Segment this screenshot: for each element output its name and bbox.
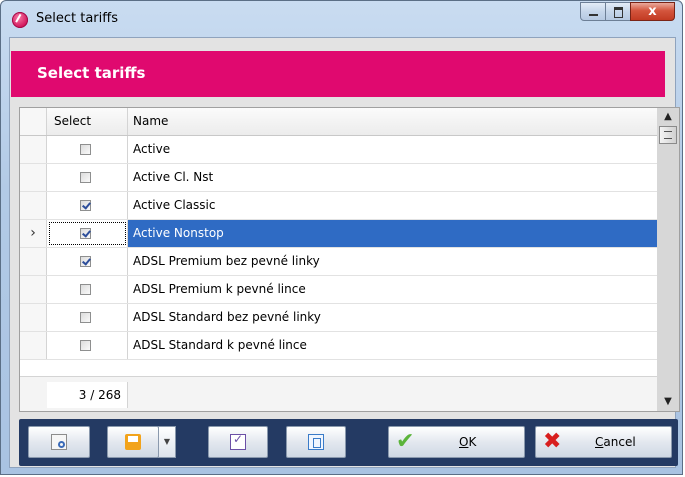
- table-row[interactable]: ADSL Premium k pevné lince: [20, 276, 658, 304]
- uncheck-all-icon: [308, 434, 324, 450]
- minimize-button[interactable]: [580, 2, 606, 21]
- tariff-name-cell[interactable]: ADSL Premium bez pevné linky: [128, 248, 658, 275]
- save-icon: [125, 434, 141, 450]
- select-checkbox[interactable]: [80, 284, 91, 295]
- select-cell: [47, 220, 128, 247]
- select-cell: [47, 304, 128, 331]
- cancel-label: Cancel: [595, 435, 636, 449]
- table-row[interactable]: Active Cl. Nst: [20, 164, 658, 192]
- select-cell: [47, 192, 128, 219]
- row-indicator[interactable]: [20, 332, 47, 359]
- row-indicator-header: [20, 108, 47, 135]
- red-x-icon: ✖: [543, 429, 562, 454]
- bottom-toolbar: ▼ ✔ OK ✖ Cancel: [19, 419, 678, 466]
- select-cell: [47, 136, 128, 163]
- checkmark-icon: ✔: [396, 429, 415, 454]
- select-checkbox[interactable]: [80, 228, 91, 239]
- title-bar[interactable]: Select tariffs x: [1, 1, 682, 37]
- scroll-up-icon[interactable]: ▲: [657, 108, 679, 126]
- select-checkbox[interactable]: [80, 200, 91, 211]
- row-indicator[interactable]: [20, 164, 47, 191]
- tariffs-grid[interactable]: Select Name Active Active Cl. Nst Active C…: [19, 107, 680, 412]
- column-header-select[interactable]: Select: [47, 108, 128, 135]
- page-title: Select tariffs: [37, 64, 146, 82]
- save-dropdown-button[interactable]: ▼: [158, 426, 176, 458]
- row-indicator[interactable]: [20, 192, 47, 219]
- ok-label: OK: [459, 435, 477, 449]
- select-cell: [47, 248, 128, 275]
- table-row[interactable]: Active: [20, 136, 658, 164]
- cancel-button[interactable]: ✖ Cancel: [535, 426, 672, 458]
- select-checkbox[interactable]: [80, 312, 91, 323]
- tariff-name-cell[interactable]: ADSL Standard k pevné lince: [128, 332, 658, 359]
- row-indicator[interactable]: [20, 304, 47, 331]
- uncheck-all-button[interactable]: [286, 426, 346, 458]
- select-cell: [47, 332, 128, 359]
- table-row[interactable]: ADSL Standard k pevné lince: [20, 332, 658, 360]
- select-cell: [47, 164, 128, 191]
- print-preview-icon: [51, 434, 67, 450]
- current-row-indicator-icon[interactable]: ›: [20, 220, 47, 247]
- save-button[interactable]: [107, 426, 159, 458]
- check-all-button[interactable]: [208, 426, 268, 458]
- select-checkbox[interactable]: [80, 256, 91, 267]
- select-cell: [47, 276, 128, 303]
- scroll-down-icon[interactable]: ▼: [657, 393, 679, 411]
- app-logo-icon: [12, 12, 28, 28]
- grid-header-row: Select Name: [20, 108, 658, 136]
- print-preview-button[interactable]: [28, 426, 90, 458]
- tariff-name-cell[interactable]: ADSL Standard bez pevné linky: [128, 304, 658, 331]
- table-row[interactable]: Active Classic: [20, 192, 658, 220]
- record-counter: 3 / 268: [47, 382, 128, 408]
- select-checkbox[interactable]: [80, 340, 91, 351]
- row-indicator[interactable]: [20, 276, 47, 303]
- caption-buttons: x: [580, 2, 675, 22]
- grid-footer: 3 / 268: [20, 376, 658, 411]
- scroll-thumb[interactable]: [659, 126, 677, 144]
- ok-button[interactable]: ✔ OK: [388, 426, 525, 458]
- window-title: Select tariffs: [36, 11, 118, 26]
- vertical-scrollbar[interactable]: ▲ ▼: [657, 108, 679, 411]
- select-checkbox[interactable]: [80, 172, 91, 183]
- header-banner: Select tariffs: [11, 51, 665, 97]
- tariff-name-cell[interactable]: Active: [128, 136, 658, 163]
- row-indicator[interactable]: [20, 248, 47, 275]
- select-checkbox[interactable]: [80, 144, 91, 155]
- table-row[interactable]: › Active Nonstop: [20, 220, 658, 248]
- tariff-name-cell[interactable]: Active Cl. Nst: [128, 164, 658, 191]
- chevron-down-icon: ▼: [163, 437, 171, 446]
- tariff-name-cell[interactable]: ADSL Premium k pevné lince: [128, 276, 658, 303]
- close-button[interactable]: x: [630, 2, 675, 21]
- row-indicator[interactable]: [20, 136, 47, 163]
- maximize-button[interactable]: [605, 2, 631, 21]
- close-icon: x: [648, 4, 657, 19]
- tariff-name-cell[interactable]: Active Nonstop: [128, 220, 658, 247]
- table-row[interactable]: ADSL Standard bez pevné linky: [20, 304, 658, 332]
- table-row[interactable]: ADSL Premium bez pevné linky: [20, 248, 658, 276]
- tariff-name-cell[interactable]: Active Classic: [128, 192, 658, 219]
- check-all-icon: [230, 432, 246, 450]
- column-header-name[interactable]: Name: [128, 108, 658, 135]
